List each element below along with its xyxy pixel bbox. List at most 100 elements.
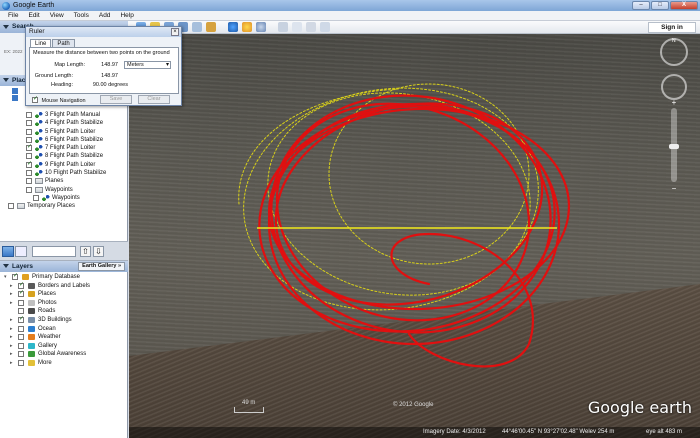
tree-item-flight-path-5[interactable]: 5 Flight Path Loiter — [0, 128, 128, 136]
toggle-view-button[interactable] — [15, 246, 27, 257]
expand-triangle-icon[interactable]: ▸ — [10, 325, 13, 333]
record-tour-icon[interactable] — [206, 22, 216, 32]
close-icon[interactable]: × — [171, 28, 179, 36]
expand-triangle-icon[interactable]: ▸ — [10, 342, 13, 350]
close-button[interactable]: X — [670, 1, 698, 10]
layer-gallery[interactable]: ▸ Gallery — [0, 342, 128, 351]
sunlight-icon[interactable] — [242, 22, 252, 32]
layer-checkbox[interactable] — [18, 351, 24, 358]
minimize-button[interactable]: – — [632, 1, 650, 10]
earth-map-view[interactable]: N + − 49 m © 2012 Google Google earth Im… — [129, 34, 700, 438]
zoom-in-button[interactable]: + — [669, 98, 679, 108]
layer-ocean[interactable]: ▸ Ocean — [0, 325, 128, 334]
database-icon — [22, 274, 29, 280]
image-overlay-icon[interactable] — [192, 22, 202, 32]
mouse-navigation-option[interactable]: Mouse Navigation — [32, 95, 86, 104]
ruler-dialog-title[interactable]: Ruler — [26, 27, 181, 37]
zoom-slider-knob[interactable] — [669, 144, 679, 149]
layer-checkbox[interactable] — [18, 281, 24, 289]
tree-item-temporary-places[interactable]: Temporary Places — [0, 202, 128, 210]
sign-in-button[interactable]: Sign in — [648, 22, 696, 33]
collapse-triangle-icon[interactable]: ▾ — [4, 273, 7, 281]
expand-triangle-icon[interactable]: ▸ — [10, 333, 13, 341]
menu-add[interactable]: Add — [94, 12, 116, 19]
up-arrow-icon[interactable]: ⇧ — [80, 246, 91, 257]
layer-3d-buildings[interactable]: ▸ 3D Buildings — [0, 315, 128, 325]
path-icon — [35, 136, 43, 143]
layer-places[interactable]: ▸ Places — [0, 289, 128, 299]
window-controls: – □ X — [632, 1, 698, 10]
layer-checkbox[interactable] — [18, 334, 24, 341]
search-places-button[interactable] — [2, 246, 14, 257]
tree-checkbox[interactable] — [26, 178, 32, 185]
view-in-maps-icon[interactable] — [320, 22, 330, 32]
layer-checkbox[interactable] — [18, 308, 24, 315]
tree-item-flight-path-7[interactable]: 7 Flight Path Loiter — [0, 143, 128, 152]
tree-checkbox[interactable] — [26, 136, 32, 143]
menu-edit[interactable]: Edit — [23, 12, 44, 19]
tree-item-flight-path-9[interactable]: 9 Flight Path Loiter — [0, 160, 128, 169]
unit-select[interactable]: Meters — [124, 61, 171, 69]
layer-more[interactable]: ▸ More — [0, 359, 128, 368]
print-icon[interactable] — [306, 22, 316, 32]
layers-panel-header[interactable]: Layers Earth Gallery » — [0, 261, 128, 272]
tree-checkbox[interactable] — [26, 120, 32, 127]
layer-checkbox[interactable] — [18, 325, 24, 332]
expand-triangle-icon[interactable]: ▸ — [10, 282, 13, 290]
earth-gallery-button[interactable]: Earth Gallery » — [78, 262, 125, 271]
sightseeing-icon[interactable] — [12, 95, 18, 101]
tree-checkbox[interactable] — [8, 203, 14, 210]
down-arrow-icon[interactable]: ⇩ — [93, 246, 104, 257]
layer-photos[interactable]: ▸ Photos — [0, 299, 128, 308]
tree-checkbox[interactable] — [26, 186, 32, 193]
expand-triangle-icon[interactable]: ▸ — [10, 290, 13, 298]
tree-checkbox[interactable] — [26, 160, 32, 168]
tree-item-planes[interactable]: Planes — [0, 177, 128, 185]
tree-checkbox[interactable] — [26, 153, 32, 160]
maximize-button[interactable]: □ — [651, 1, 669, 10]
look-joystick[interactable]: N — [660, 38, 688, 66]
layer-checkbox[interactable] — [18, 359, 24, 366]
menu-tools[interactable]: Tools — [69, 12, 94, 19]
layer-checkbox[interactable] — [18, 289, 24, 298]
layer-checkbox[interactable] — [18, 315, 24, 323]
tree-checkbox[interactable] — [26, 128, 32, 135]
window-title: Google Earth — [13, 2, 55, 9]
save-button[interactable]: Save — [100, 95, 132, 104]
tree-checkbox[interactable] — [26, 112, 32, 118]
layer-checkbox[interactable] — [18, 299, 24, 306]
switch-planet-icon[interactable] — [256, 22, 266, 32]
historical-imagery-icon[interactable] — [228, 22, 238, 32]
expand-triangle-icon[interactable]: ▸ — [10, 359, 13, 367]
tree-item-flight-path-4[interactable]: 4 Flight Path Stabilize — [0, 119, 128, 127]
tree-item-flight-path-10[interactable]: 10 Flight Path Stabilize — [0, 169, 128, 177]
tree-item-flight-path-8[interactable]: 8 Flight Path Stabilize — [0, 152, 128, 160]
menu-file[interactable]: File — [3, 12, 23, 19]
menu-view[interactable]: View — [45, 12, 69, 19]
tree-checkbox[interactable] — [26, 170, 32, 177]
email-icon[interactable] — [292, 22, 302, 32]
clear-button[interactable]: Clear — [138, 95, 170, 104]
zoom-out-button[interactable]: − — [669, 184, 679, 194]
my-places-icon[interactable] — [12, 88, 18, 94]
expand-triangle-icon[interactable]: ▸ — [10, 350, 13, 358]
mouse-navigation-checkbox[interactable] — [32, 95, 38, 103]
tree-checkbox[interactable] — [33, 194, 39, 201]
move-joystick[interactable] — [661, 74, 687, 100]
layer-checkbox[interactable] — [18, 342, 24, 349]
zoom-slider[interactable] — [669, 108, 679, 182]
ocean-icon — [28, 325, 35, 332]
layer-global-awareness[interactable]: ▸ Global Awareness — [0, 350, 128, 359]
layer-checkbox[interactable] — [12, 272, 18, 280]
ruler-tool-icon[interactable] — [278, 22, 288, 32]
tree-item-flight-path-6[interactable]: 6 Flight Path Stabilize — [0, 136, 128, 144]
expand-triangle-icon[interactable]: ▸ — [10, 316, 13, 324]
tree-checkbox[interactable] — [26, 143, 32, 152]
menu-help[interactable]: Help — [115, 12, 138, 19]
places-filter-input[interactable] — [32, 246, 76, 257]
tree-item-waypoints-folder[interactable]: Waypoints — [0, 186, 128, 194]
tree-item-waypoints[interactable]: Waypoints — [0, 194, 128, 202]
layer-weather[interactable]: ▸ Weather — [0, 333, 128, 342]
tree-item-flight-path-3[interactable]: 3 Flight Path Manual — [0, 111, 128, 119]
expand-triangle-icon[interactable]: ▸ — [10, 299, 13, 307]
